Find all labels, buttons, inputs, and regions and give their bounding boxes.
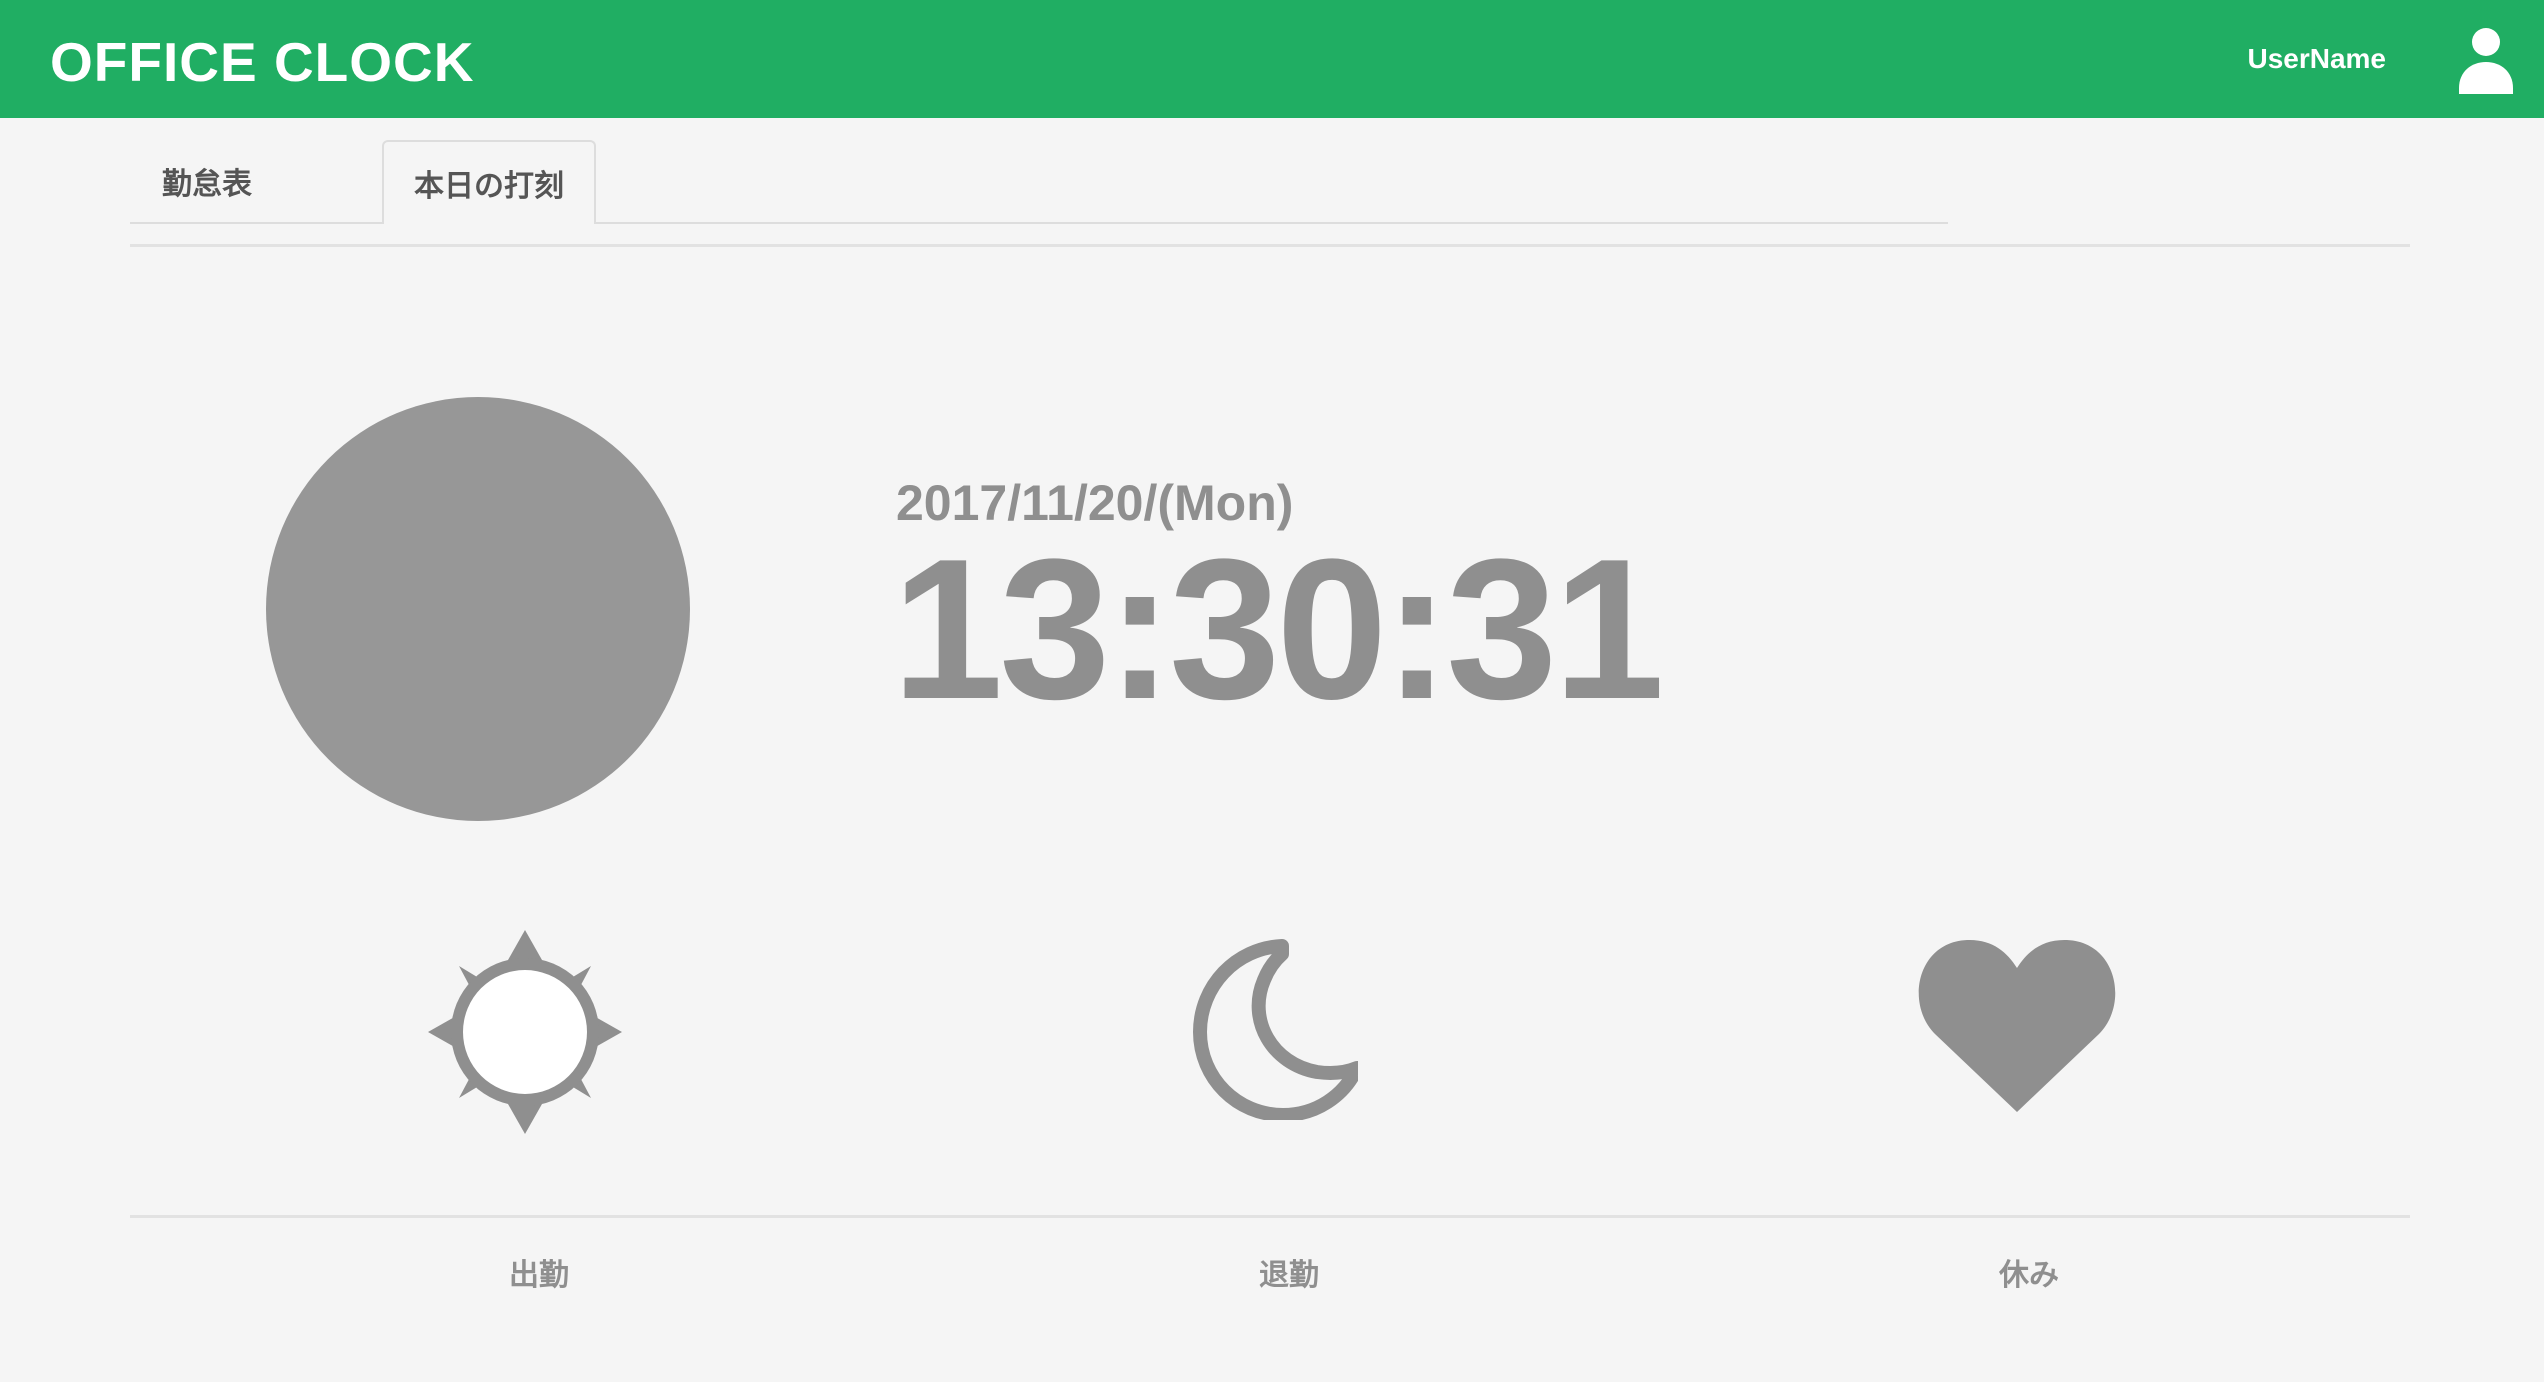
bottom-divider [130,1215,2410,1218]
clock-in-label[interactable]: 出勤 [509,1250,569,1294]
sun-icon[interactable] [428,930,622,1134]
tab-today-punch[interactable]: 本日の打刻 [382,140,596,224]
username-label[interactable]: UserName [2247,43,2386,75]
tab-attendance-sheet[interactable]: 勤怠表 [130,140,382,224]
top-divider [130,244,2410,247]
clock-out-label[interactable]: 退勤 [1259,1250,1319,1294]
app-title: OFFICE CLOCK [50,31,475,93]
app-header: OFFICE CLOCK UserName [0,0,2544,118]
day-off-label[interactable]: 休み [1999,1250,2059,1294]
current-time: 13:30:31 [892,518,1665,741]
heart-icon[interactable] [1915,934,2119,1114]
moon-icon[interactable] [1180,938,1358,1120]
tab-underline [596,222,1948,224]
avatar [266,397,690,821]
user-icon[interactable] [2455,24,2517,96]
